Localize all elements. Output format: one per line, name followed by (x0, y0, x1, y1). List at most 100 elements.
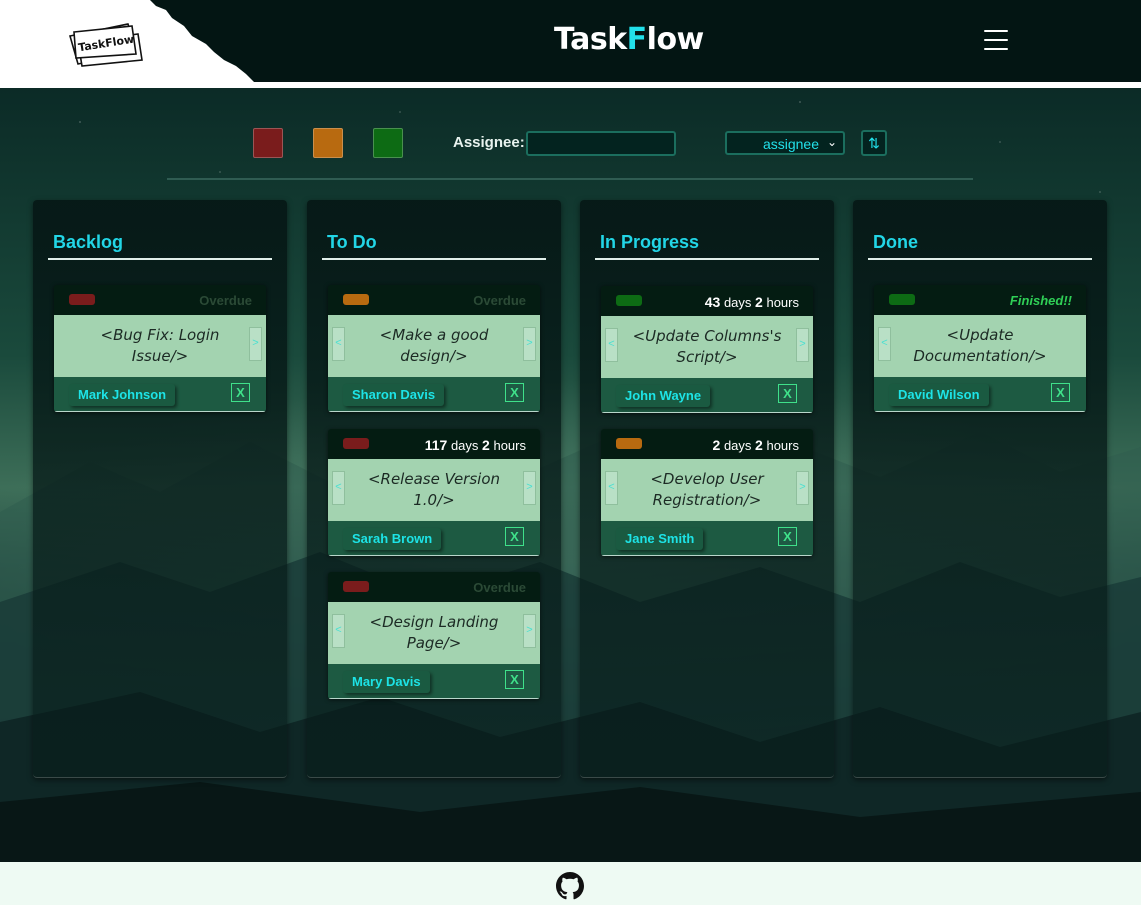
priority-indicator (343, 438, 369, 449)
column-backlog: Backlog Overdue <Bug Fix: Login Issue/> > Ma… (33, 200, 287, 778)
column-title: Backlog (53, 232, 124, 252)
toolbar-divider (167, 178, 973, 180)
priority-indicator (616, 295, 642, 306)
task-title: <Design Landing Page/> (369, 613, 499, 652)
card-footer: John Wayne X (601, 378, 813, 413)
assignee-filter-input[interactable] (526, 131, 676, 156)
delete-task-button[interactable]: X (1051, 383, 1070, 402)
time-unit: days (450, 438, 479, 453)
delete-task-button[interactable]: X (505, 383, 524, 402)
assignee-tag[interactable]: Jane Smith (616, 528, 704, 550)
move-left-button[interactable]: < (605, 328, 618, 362)
card-body: < <Design Landing Page/> > (328, 602, 540, 664)
card-body: <Bug Fix: Login Issue/> > (54, 315, 266, 377)
task-card[interactable]: 117 days 2 hours < <Release Version 1.0/> >… (328, 429, 540, 556)
github-icon[interactable] (556, 872, 584, 900)
task-title: <Update Columns's Script/> (632, 327, 782, 366)
priority-filter-medium[interactable] (313, 128, 343, 158)
task-card[interactable]: Overdue < <Make a good design/> > Sharon Dav… (328, 285, 540, 412)
delete-task-button[interactable]: X (231, 383, 250, 402)
filter-toolbar: Assignee: assignee ⌄ ⇅ (0, 128, 1141, 158)
time-value: 2 (755, 294, 763, 310)
app-logo[interactable]: TaskFlow (66, 20, 148, 68)
brand-accent: F (626, 22, 648, 57)
time-unit: hours (766, 438, 799, 453)
delete-task-button[interactable]: X (505, 670, 524, 689)
column-divider (48, 258, 272, 260)
hamburger-icon[interactable] (984, 30, 1008, 52)
card-footer: Mary Davis X (328, 664, 540, 699)
delete-task-button[interactable]: X (778, 527, 797, 546)
card-body: < <Make a good design/> > (328, 315, 540, 377)
priority-indicator (69, 294, 95, 305)
assignee-tag[interactable]: John Wayne (616, 385, 711, 407)
time-unit: days (723, 438, 752, 453)
assignee-filter-label: Assignee: (453, 134, 525, 151)
header-divider (0, 82, 1141, 88)
column-title: Done (873, 232, 918, 252)
delete-task-button[interactable]: X (505, 527, 524, 546)
sort-select[interactable]: assignee ⌄ (725, 131, 845, 155)
priority-indicator (343, 294, 369, 305)
column-title: To Do (327, 232, 377, 252)
time-remaining: 117 days 2 hours (425, 437, 526, 453)
move-right-button[interactable]: > (249, 327, 262, 361)
card-footer: David Wilson X (874, 377, 1086, 412)
app-header: TaskFlow TaskFlow (0, 0, 1141, 84)
assignee-tag[interactable]: Mark Johnson (69, 384, 176, 406)
card-footer: Mark Johnson X (54, 377, 266, 412)
task-title: <Update Documentation/> (913, 326, 1047, 365)
card-body: < <Release Version 1.0/> > (328, 459, 540, 521)
app-title: TaskFlow (554, 22, 704, 57)
status-badge: Overdue (473, 580, 526, 595)
card-footer: Jane Smith X (601, 521, 813, 556)
delete-task-button[interactable]: X (778, 384, 797, 403)
move-right-button[interactable]: > (523, 327, 536, 361)
move-left-button[interactable]: < (332, 327, 345, 361)
chevron-down-icon: ⌄ (826, 135, 837, 149)
app-footer (0, 862, 1141, 905)
time-value: 117 (424, 437, 448, 453)
status-badge: Finished!! (1009, 293, 1072, 308)
move-left-button[interactable]: < (332, 471, 345, 505)
card-body: < <Update Columns's Script/> > (601, 316, 813, 378)
task-title: <Bug Fix: Login Issue/> (100, 326, 220, 365)
priority-indicator (889, 294, 915, 305)
task-card[interactable]: Overdue <Bug Fix: Login Issue/> > Mark John… (54, 285, 266, 412)
assignee-tag[interactable]: Sarah Brown (343, 528, 442, 550)
task-card[interactable]: 43 days 2 hours < <Update Columns's Script… (601, 286, 813, 413)
move-right-button[interactable]: > (523, 471, 536, 505)
priority-indicator (343, 581, 369, 592)
assignee-tag[interactable]: David Wilson (889, 384, 989, 406)
task-card[interactable]: Overdue < <Design Landing Page/> > Mary Davi… (328, 572, 540, 699)
task-title: <Release Version 1.0/> (367, 470, 501, 509)
card-footer: Sarah Brown X (328, 521, 540, 556)
column-divider (868, 258, 1092, 260)
logo-area: TaskFlow (0, 0, 260, 84)
time-value: 43 (704, 294, 721, 310)
time-unit: hours (493, 438, 526, 453)
brand-suffix: low (646, 22, 705, 57)
priority-filter-low[interactable] (373, 128, 403, 158)
assignee-tag[interactable]: Sharon Davis (343, 384, 445, 406)
column-in-progress: In Progress 43 days 2 hours < <Update Colum… (580, 200, 834, 778)
assignee-tag[interactable]: Mary Davis (343, 671, 430, 693)
sort-arrows-icon[interactable]: ⇅ (861, 130, 887, 156)
task-title: <Develop User Registration/> (650, 470, 764, 509)
move-left-button[interactable]: < (878, 327, 891, 361)
priority-filter-high[interactable] (253, 128, 283, 158)
move-right-button[interactable]: > (796, 328, 809, 362)
move-right-button[interactable]: > (523, 614, 536, 648)
column-divider (595, 258, 819, 260)
task-card[interactable]: Finished!! < <Update Documentation/> David … (874, 285, 1086, 412)
move-left-button[interactable]: < (332, 614, 345, 648)
card-header: 2 days 2 hours (601, 429, 813, 459)
task-card[interactable]: 2 days 2 hours < <Develop User Registratio… (601, 429, 813, 556)
time-value: 2 (755, 437, 763, 453)
move-right-button[interactable]: > (796, 471, 809, 505)
status-badge: Overdue (199, 293, 252, 308)
time-remaining: 43 days 2 hours (705, 294, 799, 310)
time-unit: hours (766, 295, 799, 310)
move-left-button[interactable]: < (605, 471, 618, 505)
status-badge: Overdue (473, 293, 526, 308)
